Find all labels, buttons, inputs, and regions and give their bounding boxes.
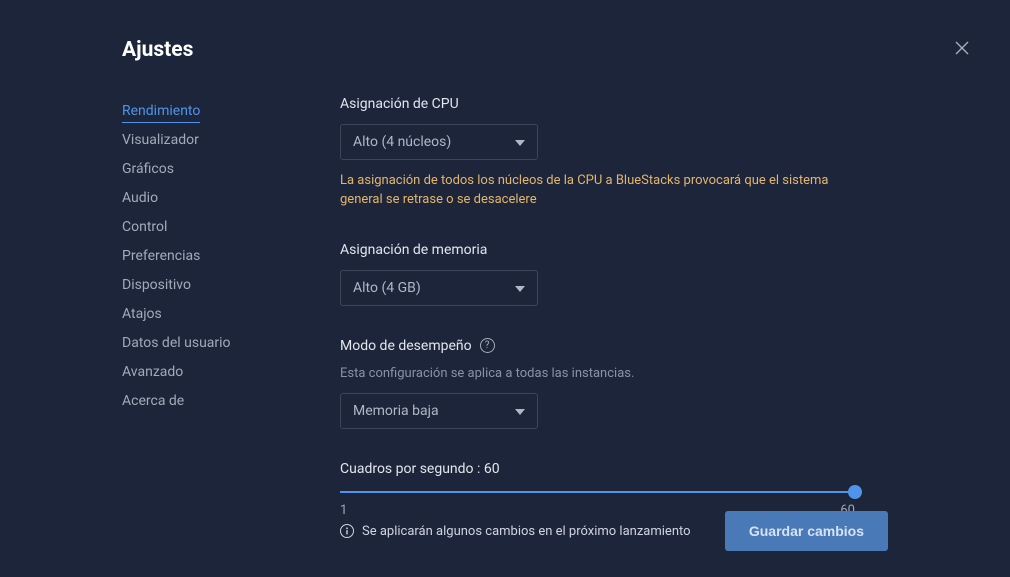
- performance-sublabel: Esta configuración se aplica a todas las…: [340, 366, 888, 381]
- footer-note: Se aplicarán algunos cambios en el próxi…: [340, 524, 691, 539]
- chevron-down-icon: [515, 280, 525, 296]
- slider-thumb[interactable]: [848, 485, 862, 499]
- sidebar-item-rendimiento[interactable]: Rendimiento: [122, 96, 230, 125]
- sidebar-item-label: Visualizador: [122, 132, 199, 148]
- info-icon: [340, 524, 354, 538]
- sidebar-item-label: Gráficos: [122, 161, 174, 177]
- memory-dropdown-value: Alto (4 GB): [353, 280, 421, 296]
- memory-section: Asignación de memoria Alto (4 GB): [340, 242, 888, 306]
- performance-label: Modo de desempeño ?: [340, 338, 888, 354]
- sidebar-item-avanzado[interactable]: Avanzado: [122, 357, 230, 386]
- performance-section: Modo de desempeño ? Esta configuración s…: [340, 338, 888, 429]
- sidebar-item-dispositivo[interactable]: Dispositivo: [122, 270, 230, 299]
- sidebar-item-preferencias[interactable]: Preferencias: [122, 241, 230, 270]
- save-button[interactable]: Guardar cambios: [725, 511, 888, 551]
- cpu-warning: La asignación de todos los núcleos de la…: [340, 172, 870, 210]
- fps-section: Cuadros por segundo : 60 1 60: [340, 461, 888, 518]
- page-title: Ajustes: [122, 38, 193, 62]
- sidebar-item-audio[interactable]: Audio: [122, 183, 230, 212]
- sidebar-item-label: Rendimiento: [122, 103, 200, 123]
- sidebar: Rendimiento Visualizador Gráficos Audio …: [0, 86, 230, 550]
- cpu-label: Asignación de CPU: [340, 96, 888, 112]
- performance-label-text: Modo de desempeño: [340, 338, 472, 354]
- cpu-section: Asignación de CPU Alto (4 núcleos) La as…: [340, 96, 888, 210]
- sidebar-item-visualizador[interactable]: Visualizador: [122, 125, 230, 154]
- chevron-down-icon: [515, 403, 525, 419]
- footer-note-text: Se aplicarán algunos cambios en el próxi…: [362, 524, 691, 539]
- sidebar-item-graficos[interactable]: Gráficos: [122, 154, 230, 183]
- main-panel: Asignación de CPU Alto (4 núcleos) La as…: [230, 86, 1010, 550]
- close-button[interactable]: [954, 40, 970, 56]
- sidebar-item-label: Datos del usuario: [122, 335, 231, 351]
- sidebar-item-acerca-de[interactable]: Acerca de: [122, 386, 230, 415]
- fps-label-prefix: Cuadros por segundo :: [340, 461, 484, 477]
- memory-dropdown[interactable]: Alto (4 GB): [340, 270, 538, 306]
- sidebar-item-label: Audio: [122, 190, 158, 206]
- help-icon[interactable]: ?: [480, 338, 495, 353]
- performance-dropdown-value: Memoria baja: [353, 403, 439, 419]
- sidebar-item-label: Control: [122, 219, 167, 235]
- sidebar-item-label: Dispositivo: [122, 277, 191, 293]
- chevron-down-icon: [515, 134, 525, 150]
- fps-value: 60: [484, 461, 500, 477]
- performance-dropdown[interactable]: Memoria baja: [340, 393, 538, 429]
- sidebar-item-label: Atajos: [122, 306, 162, 322]
- footer: Se aplicarán algunos cambios en el próxi…: [340, 511, 888, 551]
- memory-label: Asignación de memoria: [340, 242, 888, 258]
- cpu-dropdown[interactable]: Alto (4 núcleos): [340, 124, 538, 160]
- sidebar-item-label: Avanzado: [122, 364, 183, 380]
- close-icon: [955, 41, 969, 55]
- sidebar-item-label: Acerca de: [122, 393, 184, 409]
- sidebar-item-control[interactable]: Control: [122, 212, 230, 241]
- cpu-dropdown-value: Alto (4 núcleos): [353, 134, 451, 150]
- slider-track: [340, 491, 855, 493]
- sidebar-item-atajos[interactable]: Atajos: [122, 299, 230, 328]
- fps-label: Cuadros por segundo : 60: [340, 461, 888, 477]
- sidebar-item-label: Preferencias: [122, 248, 200, 264]
- sidebar-item-datos-usuario[interactable]: Datos del usuario: [122, 328, 230, 357]
